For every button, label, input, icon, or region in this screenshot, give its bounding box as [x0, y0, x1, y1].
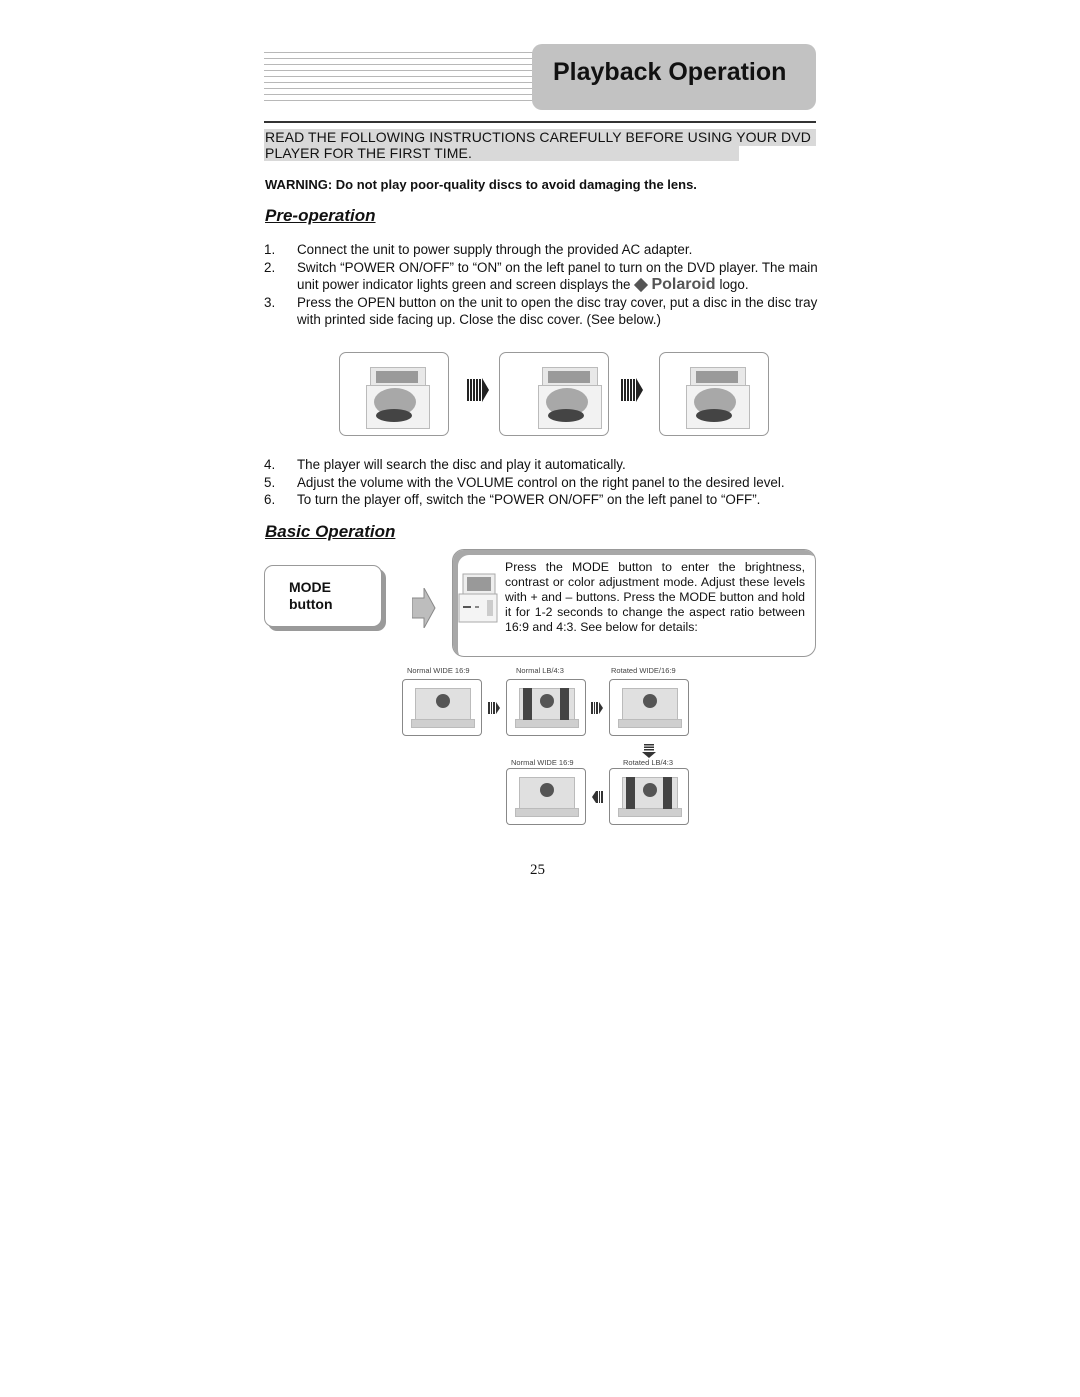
diamond-icon	[634, 277, 649, 293]
list-item: 5. Adjust the volume with the VOLUME con…	[264, 474, 819, 492]
arrow-right-icon	[488, 702, 500, 714]
illustration-close-cover	[659, 352, 769, 436]
arrow-down-icon	[642, 744, 656, 758]
step-text: Switch “POWER ON/OFF” to “ON” on the lef…	[297, 259, 819, 294]
mode-label-line: button	[289, 596, 333, 612]
step-number: 5.	[264, 474, 276, 490]
polaroid-logo: Polaroid	[634, 276, 716, 294]
arrow-right-icon	[467, 378, 489, 402]
illustration-open-cover	[339, 352, 449, 436]
page-number: 25	[530, 862, 545, 878]
header-decorative-lines	[264, 52, 539, 102]
logo-text: Polaroid	[651, 276, 716, 294]
arrow-left-icon	[592, 791, 604, 803]
dvd-player-image	[458, 573, 498, 623]
aspect-label: Normal LB/4:3	[516, 666, 564, 675]
step-text-part: logo.	[719, 277, 749, 292]
aspect-normal-wide-return	[506, 768, 586, 825]
list-item: 4. The player will search the disc and p…	[264, 456, 819, 474]
aspect-label: Normal WIDE 16:9	[511, 758, 574, 767]
aspect-label: Rotated WIDE/16:9	[611, 666, 676, 675]
aspect-label: Normal WIDE 16:9	[407, 666, 470, 675]
list-item: 1. Connect the unit to power supply thro…	[264, 241, 819, 259]
arrow-right-icon	[412, 588, 436, 628]
arrow-right-icon	[591, 702, 603, 714]
basic-operation-heading: Basic Operation	[265, 522, 396, 541]
aspect-rotated-lb	[609, 768, 689, 825]
arrow-right-icon	[621, 378, 643, 402]
step-text: The player will search the disc and play…	[297, 457, 626, 472]
mode-description: Press the MODE button to enter the brigh…	[505, 560, 805, 635]
step-number: 1.	[264, 242, 276, 257]
step-text: To turn the player off, switch the “POWE…	[297, 492, 761, 507]
aspect-normal-wide	[402, 679, 482, 736]
mode-button-label: MODE button	[289, 579, 333, 613]
step-number: 4.	[264, 457, 276, 472]
operation-steps: 4. The player will search the disc and p…	[264, 456, 819, 509]
list-item: 6. To turn the player off, switch the “P…	[264, 491, 819, 509]
step-number: 3.	[264, 294, 276, 310]
step-text: Connect the unit to power supply through…	[297, 242, 693, 257]
illustration-insert-disc	[499, 352, 609, 436]
header-divider	[264, 121, 816, 123]
mode-label-line: MODE	[289, 579, 331, 595]
step-number: 2.	[264, 259, 276, 275]
notice-text: READ THE FOLLOWING INSTRUCTIONS CAREFULL…	[265, 129, 811, 161]
aspect-normal-lb	[506, 679, 586, 736]
aspect-rotated-wide	[609, 679, 689, 736]
step-text: Press the OPEN button on the unit to ope…	[297, 294, 818, 328]
list-item: 2. Switch “POWER ON/OFF” to “ON” on the …	[264, 259, 819, 294]
pre-operation-heading: Pre-operation	[265, 206, 376, 225]
aspect-label: Rotated LB/4:3	[623, 758, 674, 767]
page-title: Playback Operation	[553, 58, 787, 86]
pre-operation-steps: 1. Connect the unit to power supply thro…	[264, 241, 819, 329]
step-number: 6.	[264, 492, 276, 507]
warning-text: WARNING: Do not play poor-quality discs …	[265, 177, 697, 192]
step-text: Adjust the volume with the VOLUME contro…	[297, 474, 785, 490]
list-item: 3. Press the OPEN button on the unit to …	[264, 294, 819, 329]
